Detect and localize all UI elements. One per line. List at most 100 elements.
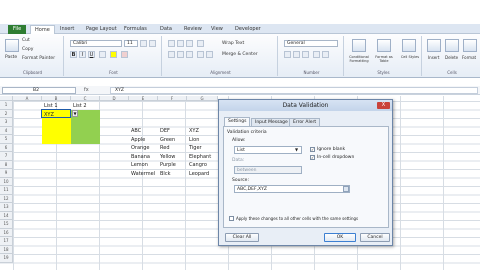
font-color-icon[interactable]	[121, 51, 128, 58]
clear-all-button[interactable]: Clear All	[225, 233, 259, 242]
font-size-select[interactable]: 11	[124, 40, 138, 47]
tab-data[interactable]: Data	[156, 25, 176, 34]
shrink-font-icon[interactable]	[149, 40, 156, 47]
cell-e8[interactable]: Lemon	[131, 162, 148, 168]
cell-f6[interactable]: Red	[160, 145, 170, 151]
row-header-2[interactable]: 2	[0, 109, 13, 118]
cell-f8[interactable]: Purple	[160, 162, 176, 168]
format-painter-button[interactable]: Format Painter	[22, 56, 55, 61]
format-cells-button[interactable]: Format	[462, 55, 476, 60]
row-header-1[interactable]: 1	[0, 101, 13, 110]
allow-select[interactable]: List	[234, 146, 302, 154]
row-header-10[interactable]: 10	[0, 177, 13, 186]
close-icon[interactable]: X	[377, 102, 390, 109]
dropdown-arrow-icon[interactable]: ▼	[72, 110, 78, 117]
align-bottom-icon[interactable]	[186, 40, 193, 47]
tab-page-layout[interactable]: Page Layout	[82, 25, 121, 34]
cell-g9[interactable]: Leopard	[189, 171, 209, 177]
name-box[interactable]: B2	[2, 87, 76, 94]
row-header-12[interactable]: 12	[0, 194, 13, 203]
cell-styles-button[interactable]: Cell Styles	[400, 55, 420, 59]
tab-file[interactable]: File	[8, 25, 26, 34]
format-as-table-button[interactable]: Format as Table	[373, 55, 395, 63]
delete-cells-icon[interactable]	[445, 39, 459, 52]
row-header-11[interactable]: 11	[0, 186, 13, 195]
cell-e4[interactable]: ABC	[131, 128, 141, 134]
column-header-f[interactable]: F	[158, 96, 187, 101]
ok-button[interactable]: OK	[324, 233, 356, 242]
increase-indent-icon[interactable]	[206, 51, 213, 58]
row-header-6[interactable]: 6	[0, 143, 13, 152]
row-header-14[interactable]: 14	[0, 211, 13, 220]
align-left-icon[interactable]	[168, 51, 175, 58]
cell-g5[interactable]: Lion	[189, 137, 199, 143]
chevron-down-icon[interactable]: ▼	[295, 147, 298, 152]
tab-settings[interactable]: Settings	[224, 117, 251, 126]
cell-g4[interactable]: XYZ	[189, 128, 199, 134]
tab-view[interactable]: View	[207, 25, 227, 34]
number-format-select[interactable]: General	[284, 40, 338, 47]
cell-g7[interactable]: Elephant	[189, 154, 211, 160]
align-right-icon[interactable]	[186, 51, 193, 58]
orientation-icon[interactable]	[197, 40, 204, 47]
row-header-4[interactable]: 4	[0, 126, 13, 135]
wrap-text-button[interactable]: Wrap Text	[222, 41, 244, 46]
cancel-button[interactable]: Cancel	[360, 233, 390, 242]
in-cell-dropdown-checkbox[interactable]: ✓	[310, 155, 315, 160]
increase-decimal-icon[interactable]	[313, 51, 320, 58]
fill-color-icon[interactable]	[110, 51, 117, 58]
source-input[interactable]: ABC,DEF,XYZ	[234, 185, 350, 193]
format-as-table-icon[interactable]	[377, 39, 391, 52]
column-header-e[interactable]: E	[129, 96, 158, 101]
delete-cells-button[interactable]: Delete	[445, 55, 458, 60]
bold-icon[interactable]: B	[70, 51, 77, 58]
row-header-8[interactable]: 8	[0, 160, 13, 169]
row-header-9[interactable]: 9	[0, 169, 13, 178]
align-center-icon[interactable]	[177, 51, 184, 58]
decrease-indent-icon[interactable]	[197, 51, 204, 58]
cell-f4[interactable]: DEF	[160, 128, 170, 134]
row-header-3[interactable]: 3	[0, 118, 13, 127]
cell-f5[interactable]: Green	[160, 137, 175, 143]
tab-error-alert[interactable]: Error Alert	[289, 118, 321, 126]
row-header-7[interactable]: 7	[0, 152, 13, 161]
formula-input[interactable]: XYZ	[110, 87, 478, 94]
font-name-select[interactable]: Calibri	[70, 40, 122, 47]
row-header-5[interactable]: 5	[0, 135, 13, 144]
apply-all-checkbox[interactable]	[229, 216, 234, 221]
conditional-formatting-button[interactable]: Conditional Formatting	[347, 55, 371, 63]
paste-icon[interactable]	[5, 39, 19, 52]
cell-b2[interactable]: XYZ	[44, 112, 54, 118]
italic-icon[interactable]: I	[79, 51, 86, 58]
comma-icon[interactable]	[302, 51, 309, 58]
cell-e5[interactable]: Apple	[131, 137, 145, 143]
underline-icon[interactable]: U	[88, 51, 95, 58]
decrease-decimal-icon[interactable]	[322, 51, 329, 58]
ignore-blank-checkbox[interactable]: ✓	[310, 147, 315, 152]
column-header-g[interactable]: G	[187, 96, 218, 101]
row-header-13[interactable]: 13	[0, 203, 13, 212]
tab-developer[interactable]: Developer	[231, 25, 265, 34]
cell-b1[interactable]: List 1	[44, 103, 58, 109]
range-picker-icon[interactable]	[343, 186, 349, 192]
cell-f7[interactable]: Yellow	[160, 154, 175, 160]
borders-icon[interactable]	[99, 51, 106, 58]
cell-e6[interactable]: Orange	[131, 145, 149, 151]
tab-input-message[interactable]: Input Message	[251, 118, 292, 126]
insert-cells-icon[interactable]	[427, 39, 441, 52]
row-header-16[interactable]: 16	[0, 228, 13, 237]
cell-e7[interactable]: Banana	[131, 154, 150, 160]
tab-formulas[interactable]: Formulas	[120, 25, 151, 34]
row-header-19[interactable]: 19	[0, 254, 13, 263]
cell-styles-icon[interactable]	[402, 39, 416, 52]
paste-button[interactable]: Paste	[5, 55, 17, 60]
conditional-formatting-icon[interactable]	[352, 39, 366, 52]
grow-font-icon[interactable]	[140, 40, 147, 47]
currency-icon[interactable]	[284, 51, 291, 58]
insert-cells-button[interactable]: Insert	[428, 55, 439, 60]
copy-button[interactable]: Copy	[22, 47, 33, 52]
percent-icon[interactable]	[293, 51, 300, 58]
align-middle-icon[interactable]	[177, 40, 184, 47]
merge-center-button[interactable]: Merge & Center	[222, 52, 258, 57]
tab-insert[interactable]: Insert	[56, 25, 78, 34]
